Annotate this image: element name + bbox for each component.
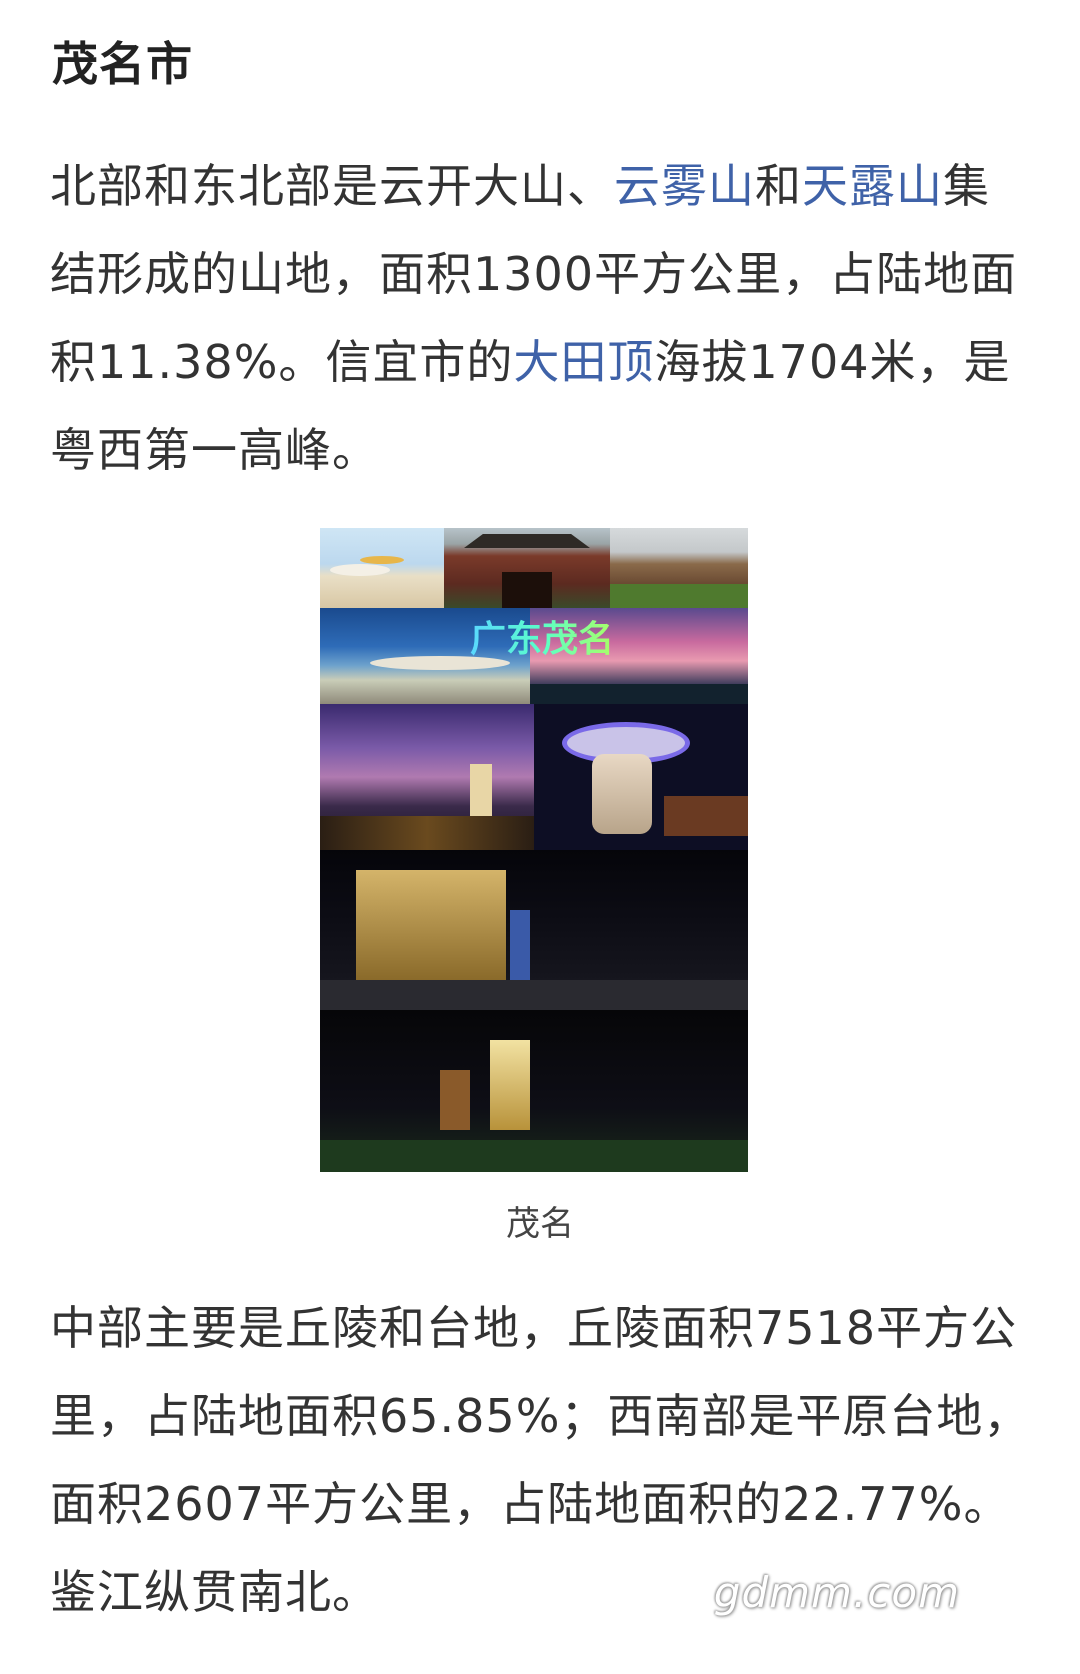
page-title: 茂名市 bbox=[52, 37, 193, 91]
link-yunwushan[interactable]: 云雾山 bbox=[614, 159, 755, 213]
collage-overlay-title: 广东茂名 bbox=[470, 610, 614, 662]
city-collage-image[interactable]: 广东茂名 bbox=[320, 528, 748, 1172]
buildings-photo bbox=[610, 528, 748, 608]
fountain-statue-photo bbox=[534, 704, 748, 850]
temple-photo bbox=[444, 528, 610, 608]
paragraph-north: 北部和东北部是云开大山、云雾山和天露山集结形成的山地，面积1300平方公里，占陆… bbox=[50, 142, 1035, 494]
image-caption: 茂名 bbox=[506, 1204, 574, 1244]
link-tianlushan[interactable]: 天露山 bbox=[802, 159, 943, 213]
night-street-photo bbox=[320, 1010, 748, 1172]
link-datianding[interactable]: 大田顶 bbox=[513, 335, 654, 389]
night-city-photo bbox=[320, 704, 534, 850]
text-segment: 北部和东北部是云开大山、 bbox=[50, 159, 614, 213]
watermark-logo: gdmm.com bbox=[713, 1568, 960, 1617]
beach-photo bbox=[320, 528, 444, 608]
text-segment: 和 bbox=[755, 159, 802, 213]
night-hotel-photo bbox=[320, 850, 748, 1010]
